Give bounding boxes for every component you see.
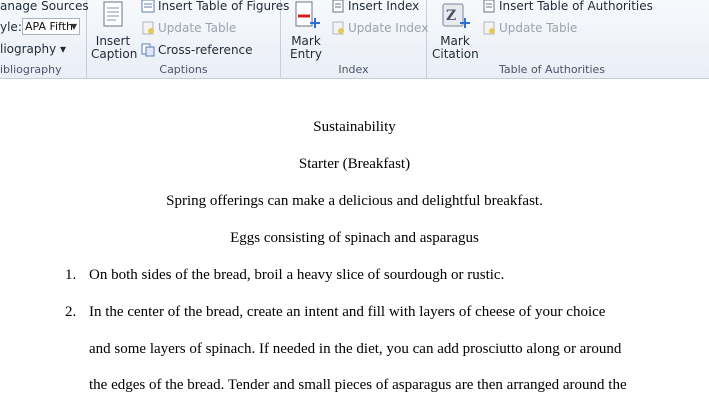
mark-citation-button[interactable]: Z Mark Citation [432,0,479,61]
list-item-text: and some layers of spinach. If needed in… [89,341,622,357]
bibliography-button[interactable]: liography ▾ [0,40,66,58]
update-index-label: Update Index [348,21,429,35]
list-item-number: 2. [65,304,77,320]
bibliography-label: liography ▾ [0,42,67,56]
list-item-text: In the center of the bread, create an in… [89,304,606,320]
insert-table-of-authorities-button[interactable]: Insert Table of Authorities [482,0,653,15]
cross-reference-label: Cross-reference [158,43,253,57]
style-value: APA Fifth [25,20,74,33]
bibliography-group: anage Sources yle: APA Fifth ▼ liography … [0,0,89,78]
bibliography-group-label: ibliography [0,63,62,76]
table-of-figures-icon [141,0,155,13]
insert-index-button[interactable]: Insert Index [331,0,419,15]
authorities-group: Z Mark Citation Insert Table of Authorit… [427,0,709,78]
mark-citation-label-2: Citation [432,47,479,61]
list-item-text: the edges of the bread. Tender and small… [89,377,627,393]
insert-caption-button[interactable]: Insert Caption [91,0,138,61]
cross-reference-button[interactable]: Cross-reference [141,41,253,59]
update-table-figures-label: Update Table [158,21,237,35]
index-group: Mark Entry Insert Index Update Index Ind… [281,0,428,78]
ribbon: anage Sources yle: APA Fifth ▼ liography … [0,0,709,79]
authorities-group-label: Table of Authorities [499,63,605,76]
insert-table-of-authorities-label: Insert Table of Authorities [499,0,653,13]
update-index-button[interactable]: Update Index [331,19,428,37]
insert-index-label: Insert Index [348,0,420,13]
insert-table-of-figures-button[interactable]: Insert Table of Figures [141,0,289,15]
insert-table-of-figures-label: Insert Table of Figures [158,0,290,13]
style-label-text: yle: [0,20,22,34]
index-group-label: Index [338,63,369,76]
mark-entry-button[interactable]: Mark Entry [285,0,327,61]
doc-dish: Eggs consisting of spinach and asparagus [230,230,479,246]
insert-index-icon [331,0,345,13]
update-index-icon [331,21,345,35]
table-of-authorities-icon [482,0,496,13]
list-item-text: On both sides of the bread, broil a heav… [89,267,505,283]
insert-caption-label-2: Caption [91,47,138,61]
manage-sources-label: anage Sources [0,0,89,13]
chevron-down-icon: ▼ [70,22,77,31]
update-table-figures-button[interactable]: Update Table [141,19,236,37]
style-label: yle: [0,18,22,36]
doc-intro: Spring offerings can make a delicious an… [166,193,543,209]
doc-subtitle: Starter (Breakfast) [298,156,411,172]
svg-text:Z: Z [446,8,456,24]
mark-entry-label-2: Entry [290,47,322,61]
mark-entry-icon [289,0,323,32]
mark-citation-icon: Z [438,0,472,32]
doc-title: Sustainability [313,119,396,135]
cross-reference-icon [141,43,155,57]
insert-caption-icon [96,0,130,32]
list-item-number: 1. [65,267,77,283]
update-table-authorities-icon [482,21,496,35]
style-dropdown[interactable]: APA Fifth ▼ [22,18,80,35]
update-table-icon [141,21,155,35]
captions-group-label: Captions [159,63,208,76]
update-table-authorities-label: Update Table [499,21,578,35]
manage-sources-button[interactable]: anage Sources [0,0,89,15]
update-table-authorities-button[interactable]: Update Table [482,19,577,37]
document-page[interactable]: Sustainability Starter (Breakfast) Sprin… [0,80,709,406]
captions-group: Insert Caption Insert Table of Figures U… [87,0,289,78]
